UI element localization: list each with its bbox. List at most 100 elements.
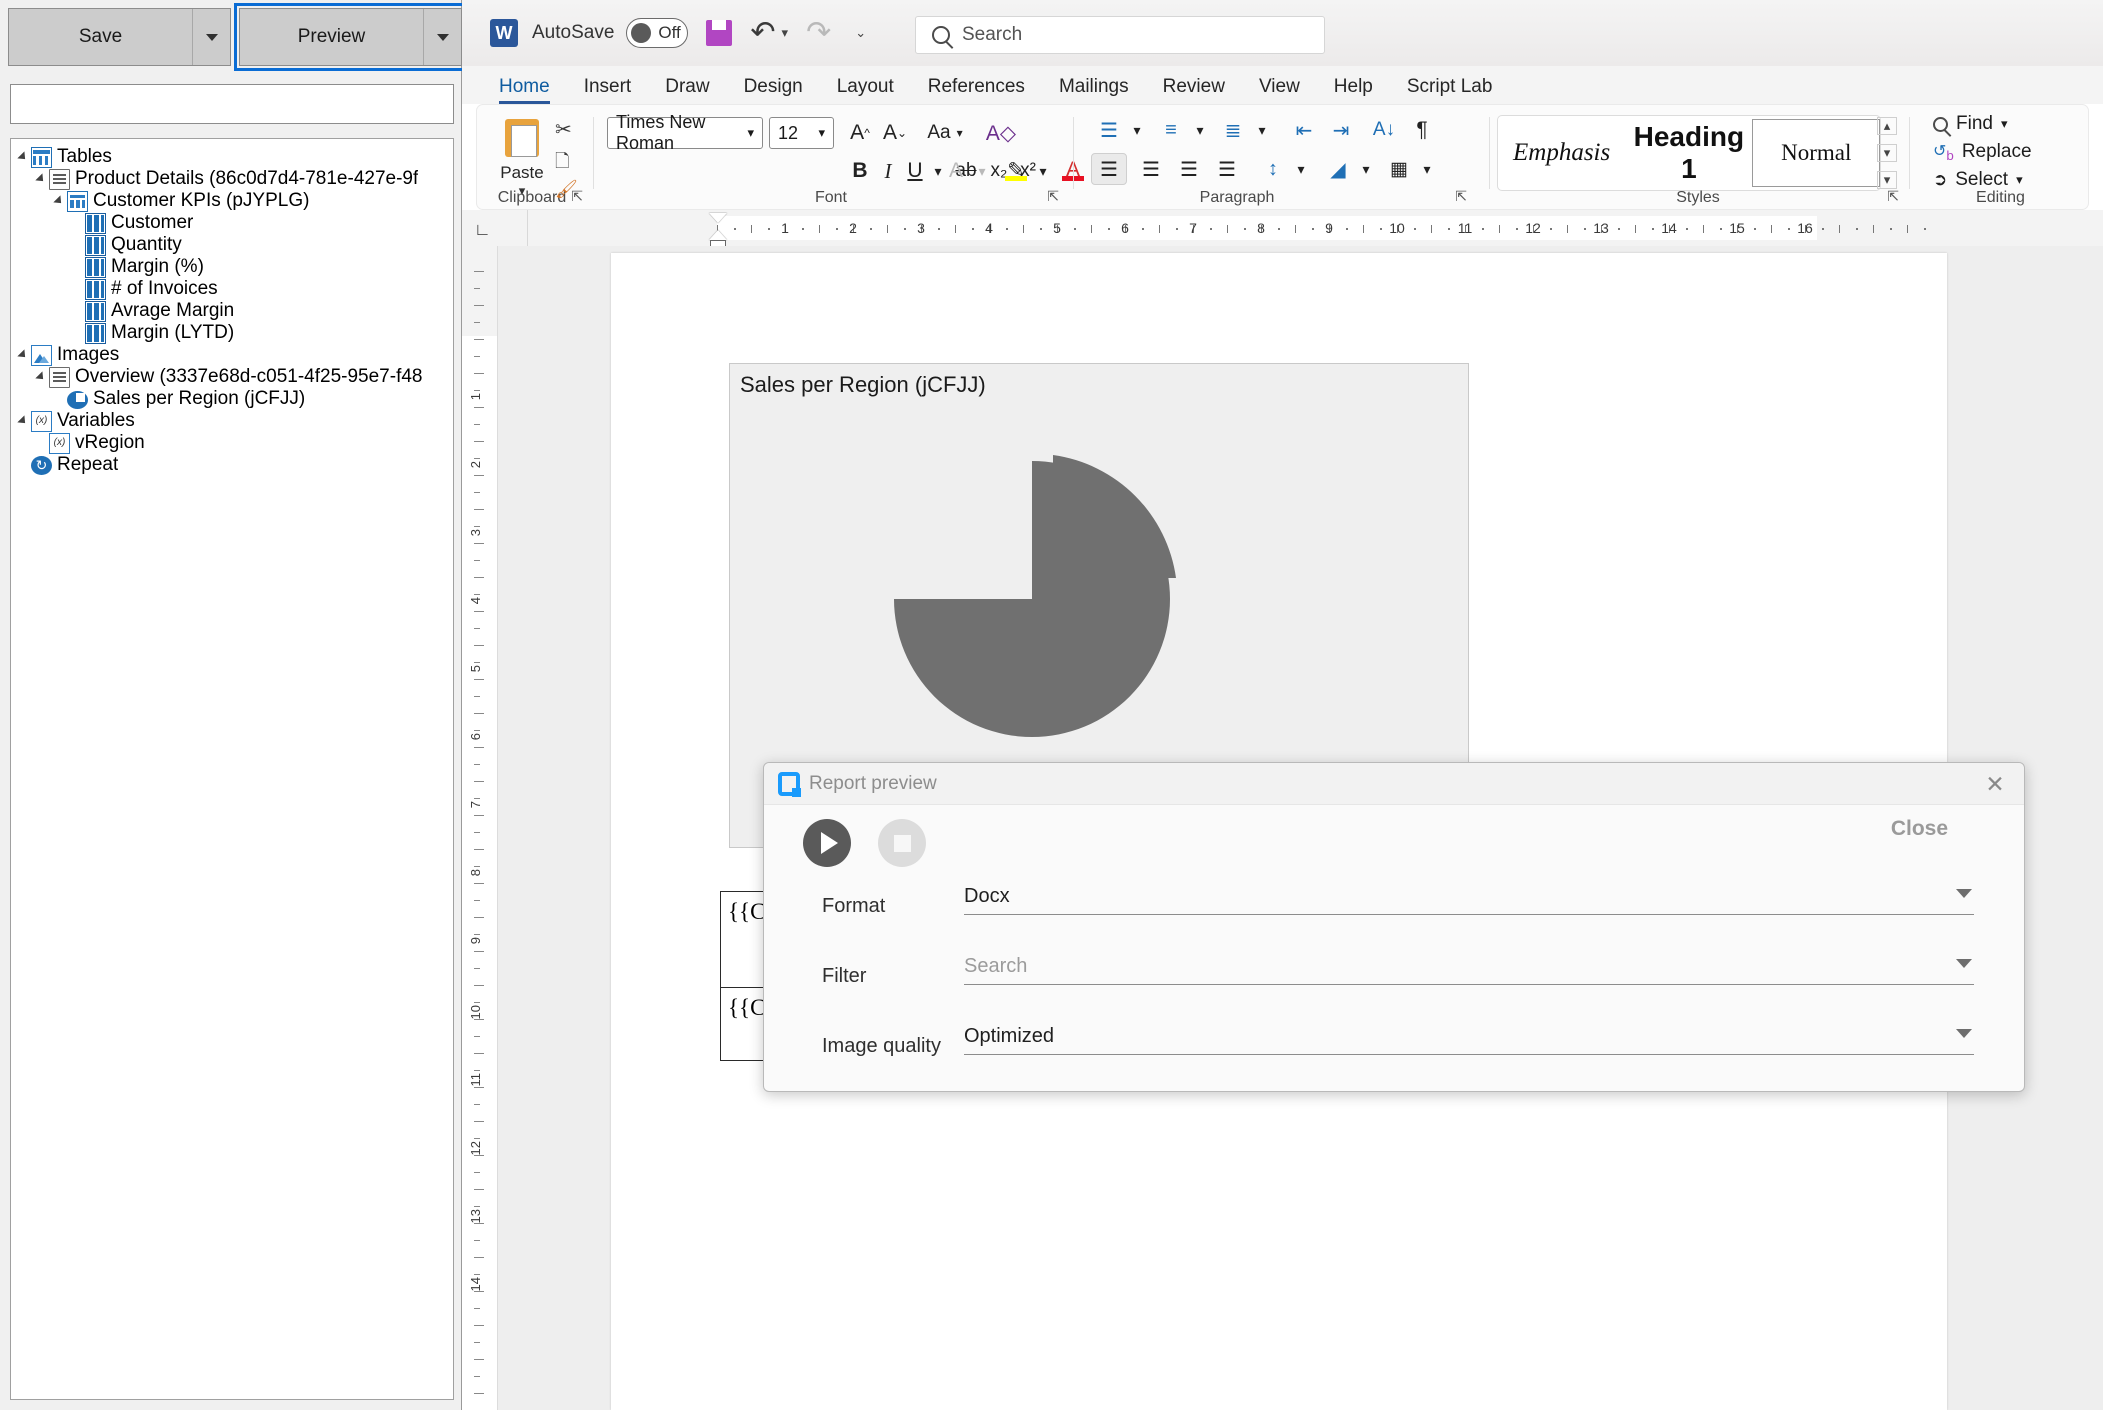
shrink-font-button[interactable]: A⌄ xyxy=(880,118,910,148)
style-item-normal[interactable]: Normal xyxy=(1752,119,1880,187)
field-dropdown-image-quality[interactable]: Optimized xyxy=(964,1025,1974,1055)
search-input[interactable]: Search xyxy=(915,16,1325,54)
tab-help[interactable]: Help xyxy=(1317,76,1390,104)
multilevel-list-button[interactable]: ≣ xyxy=(1215,115,1251,145)
format-painter-icon[interactable]: 🖌 xyxy=(555,179,578,200)
preview-button[interactable]: Preview xyxy=(240,9,423,65)
tree-item[interactable]: # of Invoices xyxy=(11,278,453,300)
tab-design[interactable]: Design xyxy=(727,76,820,104)
tree-item[interactable]: Tables xyxy=(11,146,453,168)
tree-item[interactable]: Avrage Margin xyxy=(11,300,453,322)
tab-view[interactable]: View xyxy=(1242,76,1317,104)
tab-references[interactable]: References xyxy=(911,76,1042,104)
expander-icon[interactable] xyxy=(33,366,49,388)
styles-more-button[interactable]: ▾ xyxy=(1877,171,1897,189)
tree-item[interactable]: Overview (3337e68d-c051-4f25-95e7-f48 xyxy=(11,366,453,388)
increase-indent-button[interactable]: ⇥ xyxy=(1324,115,1358,145)
style-item-emphasis[interactable]: Emphasis xyxy=(1498,139,1625,167)
tree-item[interactable]: Quantity xyxy=(11,234,453,256)
borders-button[interactable]: ▦ xyxy=(1382,153,1416,185)
show-formatting-marks-button[interactable]: ¶ xyxy=(1407,115,1437,145)
template-tree[interactable]: TablesProduct Details (86c0d7d4-781e-427… xyxy=(10,138,454,1400)
shading-button[interactable]: ◢ xyxy=(1321,153,1355,185)
borders-chevron-down-icon[interactable]: ▾ xyxy=(1417,155,1437,183)
customize-quick-access-button[interactable]: ⌄ xyxy=(849,25,866,41)
redo-button[interactable]: ↷ xyxy=(806,18,831,48)
expander-icon[interactable] xyxy=(15,410,31,432)
tab-insert[interactable]: Insert xyxy=(567,76,649,104)
shading-chevron-down-icon[interactable]: ▾ xyxy=(1356,155,1376,183)
tree-item[interactable]: (x)vRegion xyxy=(11,432,453,454)
cut-icon[interactable]: ✂ xyxy=(555,117,572,142)
expander-icon[interactable] xyxy=(51,190,67,212)
styles-gallery[interactable]: EmphasisHeading 1Normal xyxy=(1497,115,1881,191)
underline-button[interactable]: U xyxy=(902,157,928,185)
tab-review[interactable]: Review xyxy=(1146,76,1242,104)
align-right-button[interactable]: ☰ xyxy=(1171,153,1207,185)
expander-icon[interactable] xyxy=(15,146,31,168)
paste-button[interactable] xyxy=(499,113,545,159)
tree-item[interactable]: Images xyxy=(11,344,453,366)
font-family-combobox[interactable]: Times New Roman ▾ xyxy=(607,117,763,149)
preview-split-button[interactable]: Preview xyxy=(239,8,462,66)
find-button[interactable]: Find ▾ xyxy=(1933,113,2008,135)
close-icon[interactable]: ✕ xyxy=(1982,771,2008,797)
style-item-heading-1[interactable]: Heading 1 xyxy=(1625,121,1752,185)
tab-draw[interactable]: Draw xyxy=(648,76,726,104)
hanging-indent-marker[interactable] xyxy=(709,230,727,240)
justify-button[interactable]: ☰ xyxy=(1209,153,1245,185)
undo-button[interactable]: ↶ ▾ xyxy=(750,18,788,48)
tab-mailings[interactable]: Mailings xyxy=(1042,76,1146,104)
tab-home[interactable]: Home xyxy=(482,76,567,104)
report-preview-dialog[interactable]: Report preview ✕ Close FormatDocxFilterS… xyxy=(763,762,2025,1092)
tree-item[interactable]: Margin (LYTD) xyxy=(11,322,453,344)
autosave-toggle[interactable]: Off xyxy=(626,18,688,48)
bullet-chevron-down-icon[interactable]: ▾ xyxy=(1127,117,1147,143)
chevron-down-icon[interactable] xyxy=(1956,1029,1972,1038)
highlight-color-button[interactable]: ✎ xyxy=(1001,155,1031,185)
bullet-list-button[interactable]: ☰ xyxy=(1091,115,1127,145)
decrease-indent-button[interactable]: ⇤ xyxy=(1287,115,1321,145)
text-effects-button[interactable]: A xyxy=(941,157,971,185)
tree-item[interactable]: Product Details (86c0d7d4-781e-427e-9f xyxy=(11,168,453,190)
numbered-list-button[interactable]: ≡ xyxy=(1153,115,1189,145)
tab-script-lab[interactable]: Script Lab xyxy=(1390,76,1510,104)
preview-dropdown-button[interactable] xyxy=(423,9,461,65)
font-size-combobox[interactable]: 12 ▾ xyxy=(769,117,834,149)
grow-font-button[interactable]: A^ xyxy=(845,118,875,148)
align-center-button[interactable]: ☰ xyxy=(1133,153,1169,185)
change-case-button[interactable]: Aa▾ xyxy=(919,119,971,147)
line-spacing-chevron-down-icon[interactable]: ▾ xyxy=(1291,155,1311,183)
italic-button[interactable]: I xyxy=(875,157,901,185)
vertical-ruler[interactable]: 1234567891011121314 xyxy=(462,246,498,1410)
left-tab-stop-icon[interactable]: ∟ xyxy=(474,220,491,240)
tree-item[interactable]: Customer KPIs (pJYPLG) xyxy=(11,190,453,212)
multilevel-chevron-down-icon[interactable]: ▾ xyxy=(1252,117,1272,143)
select-button[interactable]: ➲ Select ▾ xyxy=(1933,169,2023,191)
first-line-indent-marker[interactable] xyxy=(709,213,727,223)
save-split-button[interactable]: Save xyxy=(8,8,231,66)
text-effects-chevron-down-icon[interactable]: ▾ xyxy=(972,159,992,183)
expander-icon[interactable] xyxy=(33,168,49,190)
close-button[interactable]: Close xyxy=(1891,817,1948,841)
styles-scroll-controls[interactable]: ▴ ▾ ▾ xyxy=(1877,117,1897,189)
chevron-down-icon[interactable] xyxy=(1956,889,1972,898)
tree-item[interactable]: Sales per Region (jCFJJ) xyxy=(11,388,453,410)
save-dropdown-button[interactable] xyxy=(192,9,230,65)
name-input[interactable] xyxy=(10,84,454,124)
ribbon-tab-bar[interactable]: HomeInsertDrawDesignLayoutReferencesMail… xyxy=(462,66,2103,104)
numbered-chevron-down-icon[interactable]: ▾ xyxy=(1190,117,1210,143)
sort-button[interactable]: A↓ xyxy=(1367,115,1401,145)
field-dropdown-format[interactable]: Docx xyxy=(964,885,1974,915)
styles-dialog-launcher[interactable]: ⇱ xyxy=(1887,188,1899,205)
horizontal-ruler[interactable]: ∟ 12345678910111213141516 xyxy=(462,210,2103,246)
highlight-chevron-down-icon[interactable]: ▾ xyxy=(1033,159,1053,183)
tab-layout[interactable]: Layout xyxy=(820,76,911,104)
align-left-button[interactable]: ☰ xyxy=(1091,153,1127,185)
expander-icon[interactable] xyxy=(15,344,31,366)
replace-button[interactable]: ↺b Replace xyxy=(1933,141,2032,163)
tree-item[interactable]: (x)Variables xyxy=(11,410,453,432)
bold-button[interactable]: B xyxy=(847,157,873,185)
line-spacing-button[interactable]: ↕ xyxy=(1255,153,1291,185)
chevron-down-icon[interactable] xyxy=(1956,959,1972,968)
